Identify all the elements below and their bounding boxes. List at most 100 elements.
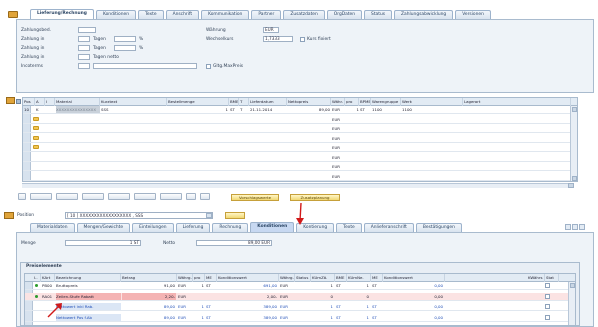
table-row[interactable]: EUR bbox=[23, 116, 577, 124]
condition-cell-waehr[interactable]: EUR bbox=[178, 303, 193, 310]
table-cell-material[interactable] bbox=[56, 125, 100, 132]
condition-cell-kumza[interactable]: 1 bbox=[312, 303, 334, 310]
condition-cell-bme[interactable] bbox=[336, 293, 347, 300]
table-cell-preis[interactable] bbox=[288, 144, 330, 151]
condition-cell-betrag[interactable]: 91,00 bbox=[122, 282, 176, 289]
condition-cell-pro[interactable] bbox=[194, 293, 205, 300]
condition-checkbox[interactable] bbox=[545, 293, 550, 299]
condition-cell-kwert2[interactable]: 0,00 bbox=[384, 293, 444, 300]
cond-col-header[interactable]: Währg. bbox=[177, 274, 193, 282]
cond-scroll-up-icon[interactable] bbox=[570, 283, 575, 288]
col-header[interactable]: I bbox=[45, 98, 55, 106]
condition-checkbox[interactable] bbox=[545, 283, 550, 288]
zahlung-in-tage-3[interactable] bbox=[78, 54, 90, 60]
table-cell-datum[interactable] bbox=[250, 116, 287, 123]
table-cell-menge[interactable] bbox=[168, 116, 228, 123]
table-cell-material[interactable]: XXXXXXXXXXXXXXX bbox=[56, 106, 100, 113]
table-cell-material[interactable] bbox=[56, 144, 100, 151]
cond-col-header[interactable]: KUmNe. bbox=[347, 274, 371, 282]
condition-cell-kwaehr[interactable]: EUR bbox=[280, 282, 295, 289]
zahlung-in-tage-2[interactable] bbox=[78, 45, 90, 51]
table-cell-a[interactable] bbox=[36, 135, 45, 142]
print-button[interactable] bbox=[200, 193, 210, 200]
col-header[interactable]: Währ. bbox=[331, 98, 345, 106]
export-button[interactable] bbox=[160, 193, 182, 200]
table-cell-t[interactable]: T bbox=[240, 106, 249, 113]
zahlungsbed-field[interactable] bbox=[78, 27, 96, 33]
sum-button[interactable] bbox=[134, 193, 156, 200]
condition-row[interactable]: PB00 Bruttopreis 91,00 EUR 1 ST 691,00 EUR 1 ST 1 S… bbox=[25, 282, 575, 290]
table-cell-pro[interactable] bbox=[346, 125, 359, 132]
table-cell-wg[interactable] bbox=[372, 163, 401, 170]
condition-cell-bez[interactable]: Nettowert inkl Rab. bbox=[56, 303, 121, 310]
table-row[interactable]: EUR bbox=[23, 125, 577, 133]
table-cell-menge[interactable] bbox=[168, 163, 228, 170]
cond-col-header[interactable]: I.. bbox=[33, 274, 41, 282]
condition-cell-bez[interactable]: Bruttopreis bbox=[56, 282, 121, 289]
cond-col-header[interactable]: ME bbox=[371, 274, 383, 282]
incoterms-text-field[interactable] bbox=[93, 63, 197, 69]
col-header[interactable]: Nettopreis bbox=[287, 98, 331, 106]
table-cell-preis[interactable] bbox=[288, 135, 330, 142]
details-button[interactable] bbox=[18, 193, 26, 200]
table-cell-bme[interactable] bbox=[230, 135, 239, 142]
table-cell-bpme[interactable] bbox=[360, 135, 371, 142]
table-cell-wg[interactable] bbox=[372, 144, 401, 151]
condition-cell-me2[interactable]: ST bbox=[372, 314, 383, 321]
condition-cell-kumne[interactable]: 1 bbox=[348, 314, 370, 321]
table-cell-a[interactable]: K bbox=[36, 106, 45, 113]
table-row[interactable]: EUR bbox=[23, 173, 577, 181]
cond-col-header[interactable]: Währg. bbox=[279, 274, 295, 282]
kurs-fixiert-checkbox[interactable] bbox=[300, 37, 305, 42]
table-cell-waehr[interactable]: EUR bbox=[332, 135, 345, 142]
table-cell-werk[interactable] bbox=[402, 116, 463, 123]
condition-row[interactable]: RA01 Zeilen-Stufe Rabatt 2,20- EUR 2,00- EUR 0… bbox=[25, 292, 575, 301]
table-cell-t[interactable] bbox=[240, 163, 249, 170]
cond-col-header[interactable]: Bezeichnung bbox=[55, 274, 121, 282]
tab-versionen[interactable]: Versionen bbox=[455, 10, 491, 19]
waehrung-field[interactable]: EUR bbox=[263, 27, 279, 33]
condition-cell-kart[interactable]: PB00 bbox=[42, 282, 55, 289]
tab-lieferung-rechnung[interactable]: Lieferung/Rechnung bbox=[30, 9, 94, 19]
col-header[interactable]: BPME bbox=[359, 98, 371, 106]
table-cell-material[interactable] bbox=[56, 173, 100, 180]
table-cell-bme[interactable] bbox=[230, 173, 239, 180]
table-row[interactable]: EUR bbox=[23, 163, 577, 171]
incoterms-field[interactable] bbox=[78, 63, 90, 69]
tab-zahlungsabwicklung[interactable]: Zahlungsabwicklung bbox=[394, 10, 454, 19]
items-table-settings-icon[interactable] bbox=[16, 99, 21, 104]
scroll-down-icon[interactable] bbox=[572, 176, 577, 181]
condition-cell-kwert2[interactable]: 0,00 bbox=[384, 282, 444, 289]
table-cell-werk[interactable] bbox=[402, 125, 463, 132]
table-cell-datum[interactable] bbox=[250, 154, 287, 161]
table-cell-t[interactable] bbox=[240, 125, 249, 132]
tab-lieferung[interactable]: Lieferung bbox=[175, 223, 211, 232]
table-cell-pos[interactable] bbox=[24, 125, 35, 132]
cond-col-header[interactable]: KWährs bbox=[527, 274, 545, 282]
table-cell-material[interactable] bbox=[56, 135, 100, 142]
tab-list-icon[interactable] bbox=[572, 224, 578, 230]
items-horizontal-scrollbar[interactable] bbox=[22, 183, 568, 188]
condition-cell-bme[interactable]: ST bbox=[336, 282, 347, 289]
condition-checkbox[interactable] bbox=[545, 314, 550, 320]
table-cell-pro[interactable] bbox=[346, 173, 359, 180]
table-cell-wg[interactable] bbox=[372, 125, 401, 132]
table-cell-pos[interactable] bbox=[24, 154, 35, 161]
table-cell-wg[interactable] bbox=[372, 135, 401, 142]
table-cell-waehr[interactable]: EUR bbox=[332, 125, 345, 132]
cond-col-header[interactable]: Betrag bbox=[121, 274, 177, 282]
table-cell-t[interactable] bbox=[240, 154, 249, 161]
cond-col-header[interactable]: Konditionswert bbox=[217, 274, 279, 282]
table-cell-werk[interactable] bbox=[402, 144, 463, 151]
condition-cell-kumza[interactable]: 1 bbox=[312, 314, 334, 321]
table-cell-material[interactable] bbox=[56, 163, 100, 170]
table-cell-pro[interactable] bbox=[346, 163, 359, 170]
tab-kommunikation[interactable]: Kommunikation bbox=[201, 10, 250, 19]
table-cell-kurztext[interactable] bbox=[101, 163, 167, 170]
vorschlagswerte-button[interactable]: Vorschlagswerte bbox=[231, 194, 279, 201]
condition-cell-me2[interactable]: ST bbox=[372, 282, 383, 289]
table-cell-pos[interactable] bbox=[24, 163, 35, 170]
condition-cell-kwaehr[interactable]: EUR bbox=[280, 293, 295, 300]
position-select[interactable]: [ 10 ] XXXXXXXXXXXXXXXXXX , SSS bbox=[65, 212, 213, 219]
condition-cell-kwert2[interactable]: 0,00 bbox=[384, 303, 444, 310]
